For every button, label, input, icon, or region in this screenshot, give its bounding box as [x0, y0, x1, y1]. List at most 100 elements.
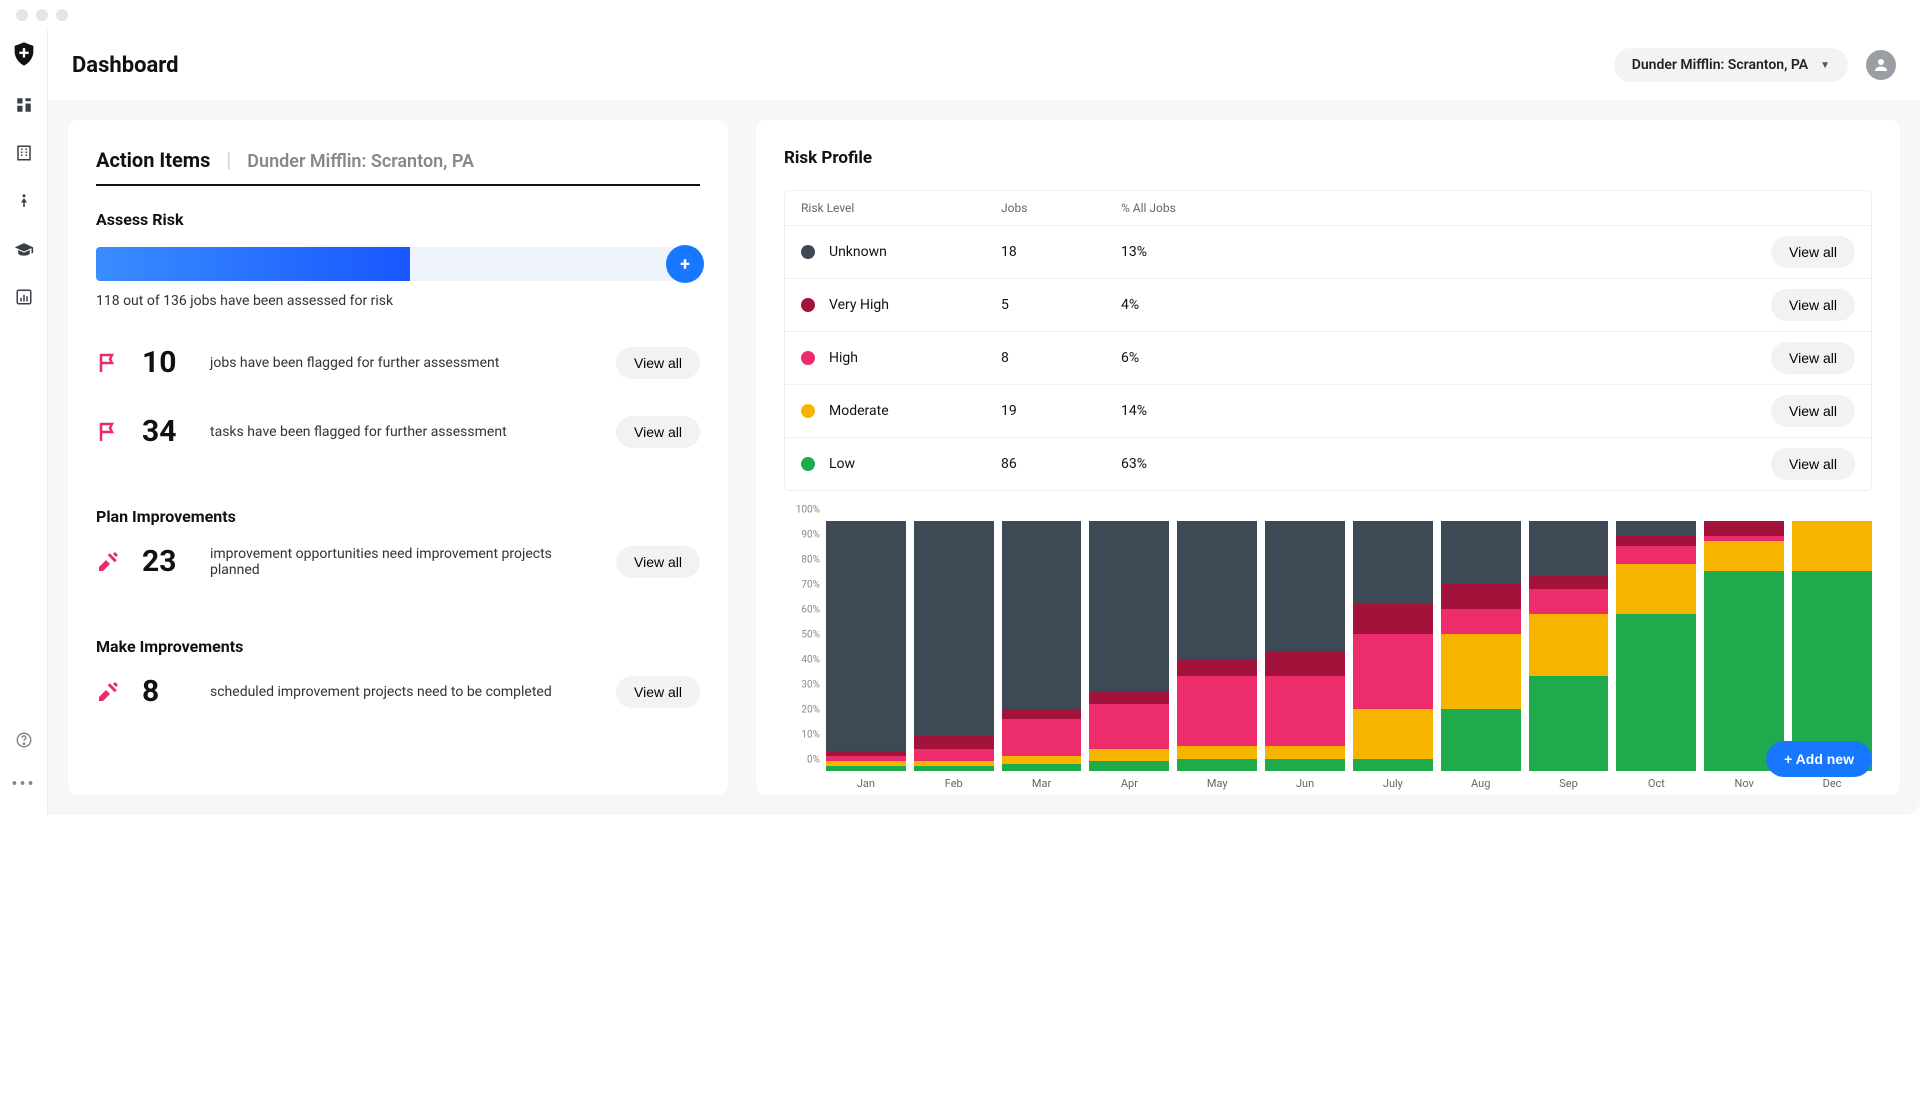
bar-segment — [826, 521, 906, 751]
view-all-button[interactable]: View all — [1771, 236, 1855, 268]
view-all-button[interactable]: View all — [616, 347, 700, 379]
x-tick: Oct — [1616, 777, 1696, 790]
risk-pct-value: 13% — [1121, 244, 1765, 260]
risk-pct-value: 4% — [1121, 297, 1765, 313]
bar-segment — [1002, 709, 1082, 719]
location-picker[interactable]: Dunder Mifflin: Scranton, PA ▼ — [1614, 48, 1848, 82]
bar-segment — [1704, 571, 1784, 771]
risk-pct-value: 6% — [1121, 350, 1765, 366]
risk-profile-title: Risk Profile — [784, 148, 1872, 168]
bar-segment — [1353, 759, 1433, 772]
bar-segment — [1177, 659, 1257, 677]
tools-icon — [96, 680, 124, 704]
risk-color-dot — [801, 457, 815, 471]
y-tick: 0% — [807, 755, 820, 766]
bar-segment — [1265, 759, 1345, 772]
x-tick: Jan — [826, 777, 906, 790]
x-tick: Mar — [1002, 777, 1082, 790]
col-jobs: Jobs — [1001, 201, 1121, 215]
y-tick: 100% — [796, 505, 820, 516]
more-icon[interactable]: ••• — [13, 773, 35, 795]
building-icon[interactable] — [13, 142, 35, 164]
risk-table-row: Unknown1813%View all — [785, 225, 1871, 278]
bar-segment — [1441, 634, 1521, 709]
x-tick: July — [1353, 777, 1433, 790]
bar-segment — [1265, 521, 1345, 651]
risk-table-row: Very High54%View all — [785, 278, 1871, 331]
bar-segment — [1529, 521, 1609, 576]
metric-row: 34tasks have been flagged for further as… — [96, 414, 700, 449]
action-items-location: Dunder Mifflin: Scranton, PA — [247, 151, 474, 172]
action-items-title: Action Items — [96, 148, 210, 172]
col-risk-level: Risk Level — [801, 201, 1001, 215]
bar-segment — [1529, 589, 1609, 614]
bar-segment — [1177, 676, 1257, 746]
bar-segment — [914, 749, 994, 762]
chart-icon[interactable] — [13, 286, 35, 308]
risk-table-row: Low8663%View all — [785, 437, 1871, 490]
risk-stacked-chart: 0%10%20%30%40%50%60%70%80%90%100% — [784, 521, 1872, 771]
x-tick: Aug — [1441, 777, 1521, 790]
dashboard-icon[interactable] — [13, 94, 35, 116]
risk-color-dot — [801, 404, 815, 418]
chevron-down-icon: ▼ — [1820, 60, 1830, 71]
risk-level-label: Very High — [829, 297, 889, 313]
graduation-icon[interactable] — [13, 238, 35, 260]
bar-column — [1177, 521, 1257, 771]
y-tick: 40% — [801, 655, 820, 666]
x-tick: Nov — [1704, 777, 1784, 790]
flag-icon — [96, 420, 124, 444]
risk-color-dot — [801, 245, 815, 259]
metric-value: 10 — [142, 345, 192, 380]
make-improvements-title: Make Improvements — [96, 637, 700, 656]
risk-level-label: High — [829, 350, 858, 366]
bar-column — [1441, 521, 1521, 771]
view-all-button[interactable]: View all — [1771, 342, 1855, 374]
y-tick: 20% — [801, 705, 820, 716]
bar-segment — [1441, 584, 1521, 609]
y-tick: 80% — [801, 555, 820, 566]
risk-pct-value: 14% — [1121, 403, 1765, 419]
bar-segment — [914, 521, 994, 736]
bar-segment — [1177, 521, 1257, 659]
bar-segment — [1089, 691, 1169, 704]
risk-table-row: High86%View all — [785, 331, 1871, 384]
bar-column — [1089, 521, 1169, 771]
action-items-card: Action Items | Dunder Mifflin: Scranton,… — [68, 120, 728, 795]
bar-column — [1353, 521, 1433, 771]
window-traffic-lights — [0, 0, 1920, 30]
bar-segment — [1616, 521, 1696, 536]
risk-level-label: Low — [829, 456, 855, 472]
view-all-button[interactable]: View all — [616, 546, 700, 578]
risk-color-dot — [801, 298, 815, 312]
risk-pct-value: 63% — [1121, 456, 1765, 472]
bar-column — [1792, 521, 1872, 771]
avatar[interactable] — [1866, 50, 1896, 80]
brand-shield-icon — [10, 40, 38, 68]
sidebar: ••• — [0, 30, 48, 815]
view-all-button[interactable]: View all — [1771, 289, 1855, 321]
x-tick: May — [1177, 777, 1257, 790]
add-assessment-button[interactable]: + — [666, 245, 704, 283]
metric-label: tasks have been flagged for further asse… — [210, 424, 598, 440]
help-icon[interactable] — [13, 729, 35, 751]
add-new-button[interactable]: + Add new — [1766, 741, 1872, 777]
y-tick: 30% — [801, 680, 820, 691]
bar-segment — [914, 736, 994, 749]
risk-profile-card: Risk Profile Risk Level Jobs % All Jobs … — [756, 120, 1900, 795]
view-all-button[interactable]: View all — [616, 416, 700, 448]
bar-segment — [1089, 761, 1169, 771]
topbar: Dashboard Dunder Mifflin: Scranton, PA ▼ — [48, 30, 1920, 100]
bar-segment — [1616, 564, 1696, 614]
person-icon[interactable] — [13, 190, 35, 212]
bar-segment — [1265, 746, 1345, 759]
view-all-button[interactable]: View all — [616, 676, 700, 708]
metric-value: 23 — [142, 544, 192, 579]
view-all-button[interactable]: View all — [1771, 395, 1855, 427]
bar-column — [1704, 521, 1784, 771]
view-all-button[interactable]: View all — [1771, 448, 1855, 480]
bar-segment — [1265, 651, 1345, 676]
bar-segment — [1002, 756, 1082, 764]
col-pct: % All Jobs — [1121, 201, 1765, 215]
risk-color-dot — [801, 351, 815, 365]
